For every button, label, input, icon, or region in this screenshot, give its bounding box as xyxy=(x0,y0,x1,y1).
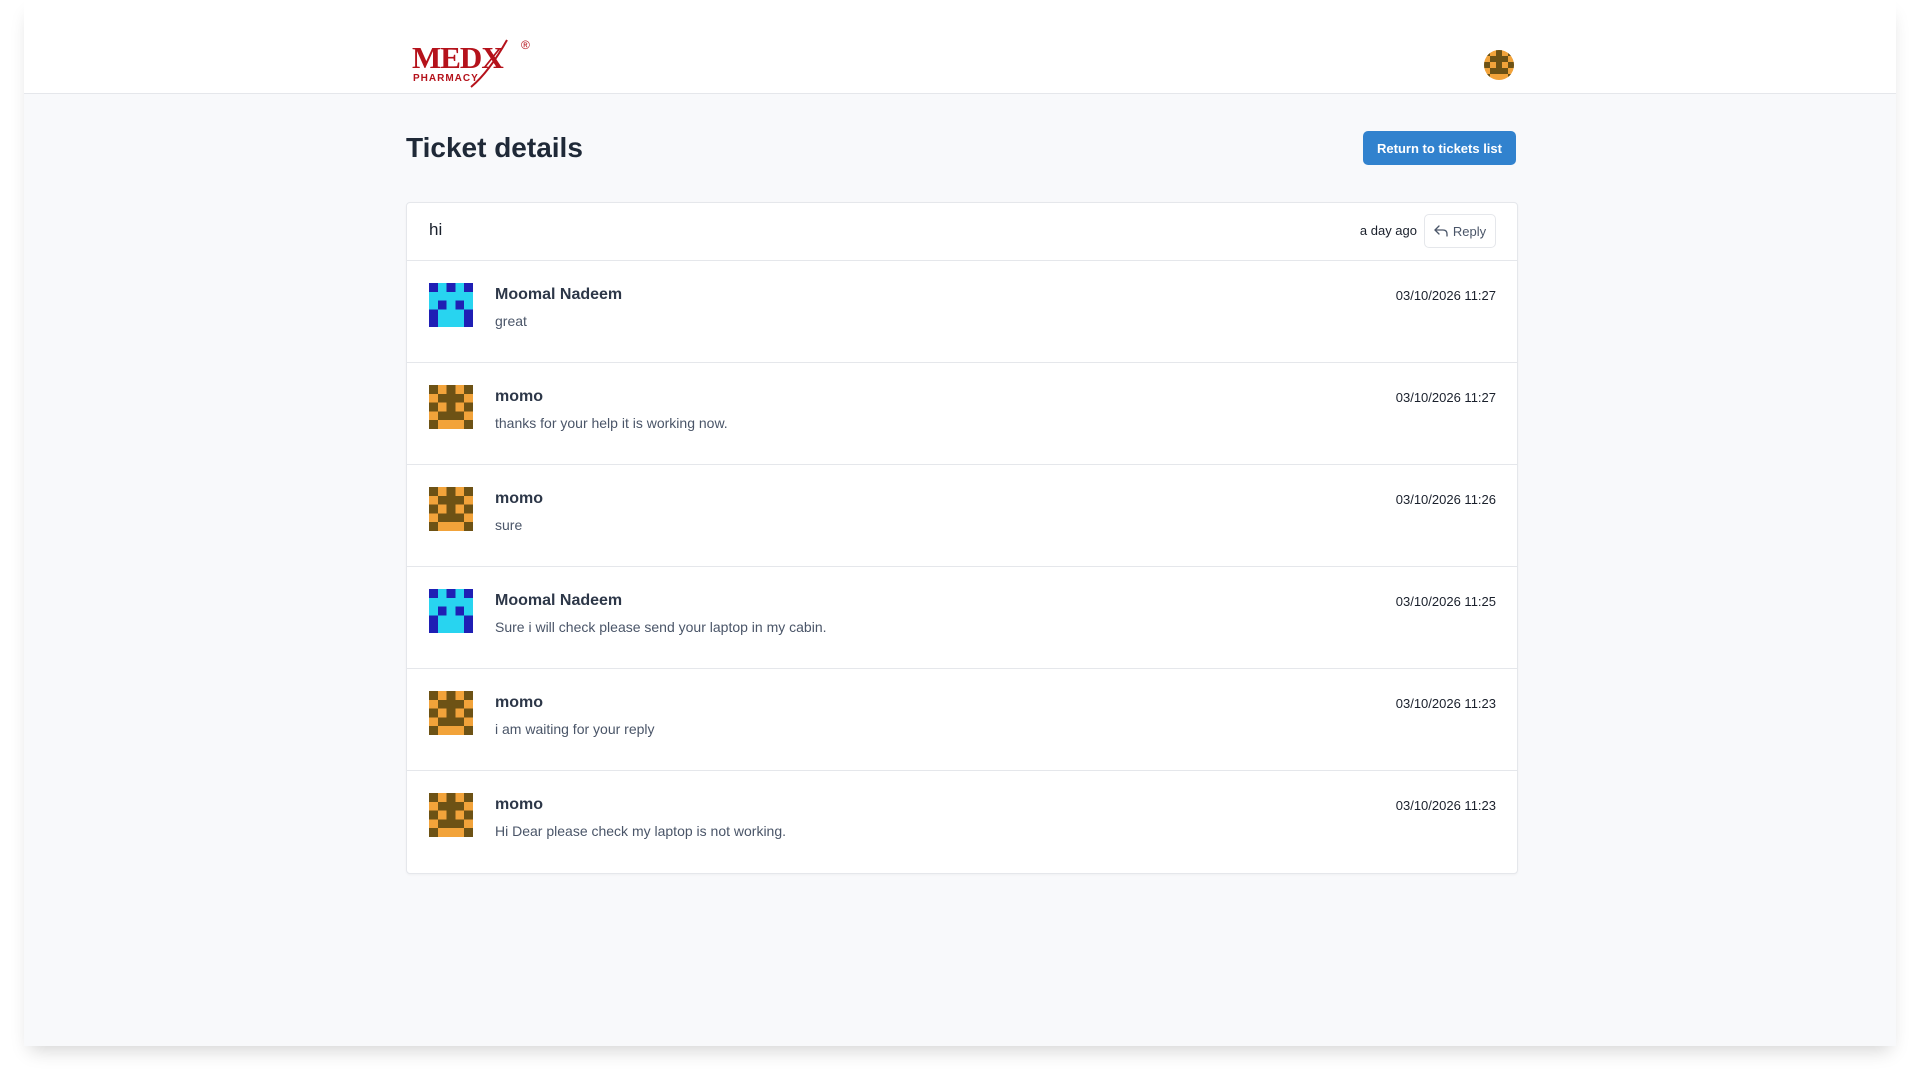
reply-icon xyxy=(1434,225,1448,237)
message-timestamp: 03/10/2026 11:27 xyxy=(1395,390,1496,405)
message-timestamp: 03/10/2026 11:26 xyxy=(1395,492,1496,507)
message-timestamp: 03/10/2026 11:27 xyxy=(1395,288,1496,303)
message-item: Moomal Nadeem great 03/10/2026 11:27 xyxy=(407,261,1517,363)
orange-identicon-icon xyxy=(429,487,473,531)
message-list: Moomal Nadeem great 03/10/2026 11:27 mom… xyxy=(407,261,1517,872)
message-item: momo Hi Dear please check my laptop is n… xyxy=(407,771,1517,872)
reply-label: Reply xyxy=(1452,223,1487,239)
message-author: Moomal Nadeem xyxy=(495,592,623,609)
message-timestamp: 03/10/2026 11:25 xyxy=(1395,594,1496,609)
page-title: Ticket details xyxy=(406,132,583,163)
blue-identicon-avatar xyxy=(429,283,473,327)
orange-identicon-icon xyxy=(429,385,473,429)
top-navbar: MEDX PHARMACY ® xyxy=(24,0,1896,94)
ticket-header: hi a day ago Reply xyxy=(407,203,1517,261)
blue-identicon-icon xyxy=(429,589,473,633)
medx-pharmacy-logo[interactable]: MEDX PHARMACY ® xyxy=(409,36,539,92)
message-timestamp: 03/10/2026 11:23 xyxy=(1395,798,1496,813)
message-text: Sure i will check please send your lapto… xyxy=(495,619,827,635)
app-window: MEDX PHARMACY ® Ticket details Return to… xyxy=(24,0,1896,1046)
orange-identicon-avatar xyxy=(429,793,473,837)
orange-identicon-icon xyxy=(429,793,473,837)
orange-identicon-icon xyxy=(429,691,473,735)
orange-identicon-avatar xyxy=(429,487,473,531)
message-text: thanks for your help it is working now. xyxy=(495,415,728,431)
message-item: Moomal Nadeem Sure i will check please s… xyxy=(407,567,1517,669)
reply-button[interactable]: Reply xyxy=(1424,214,1496,248)
message-item: momo sure 03/10/2026 11:26 xyxy=(407,465,1517,567)
message-text: great xyxy=(495,313,527,329)
message-author: momo xyxy=(495,388,543,405)
message-text: i am waiting for your reply xyxy=(495,721,655,737)
message-author: momo xyxy=(495,694,543,711)
logo-sub-text: PHARMACY xyxy=(413,73,479,84)
message-author: momo xyxy=(495,796,543,813)
blue-identicon-icon xyxy=(429,283,473,327)
message-timestamp: 03/10/2026 11:23 xyxy=(1395,696,1496,711)
return-to-tickets-button[interactable]: Return to tickets list xyxy=(1363,131,1516,165)
user-avatar[interactable] xyxy=(1484,50,1514,80)
ticket-age: a day ago xyxy=(1359,223,1417,238)
message-item: momo i am waiting for your reply 03/10/2… xyxy=(407,669,1517,771)
orange-identicon-avatar xyxy=(429,691,473,735)
logo-main-text: MEDX xyxy=(412,40,504,75)
message-text: sure xyxy=(495,517,523,533)
message-item: momo thanks for your help it is working … xyxy=(407,363,1517,465)
message-author: Moomal Nadeem xyxy=(495,286,623,303)
blue-identicon-avatar xyxy=(429,589,473,633)
user-identicon-icon xyxy=(1484,50,1514,80)
message-author: momo xyxy=(495,490,543,507)
message-text: Hi Dear please check my laptop is not wo… xyxy=(495,823,787,839)
ticket-card: hi a day ago Reply Moomal Nadeem great 0… xyxy=(406,202,1518,874)
orange-identicon-avatar xyxy=(429,385,473,429)
ticket-subject: hi xyxy=(429,220,443,239)
logo-registered-mark: ® xyxy=(521,38,530,52)
